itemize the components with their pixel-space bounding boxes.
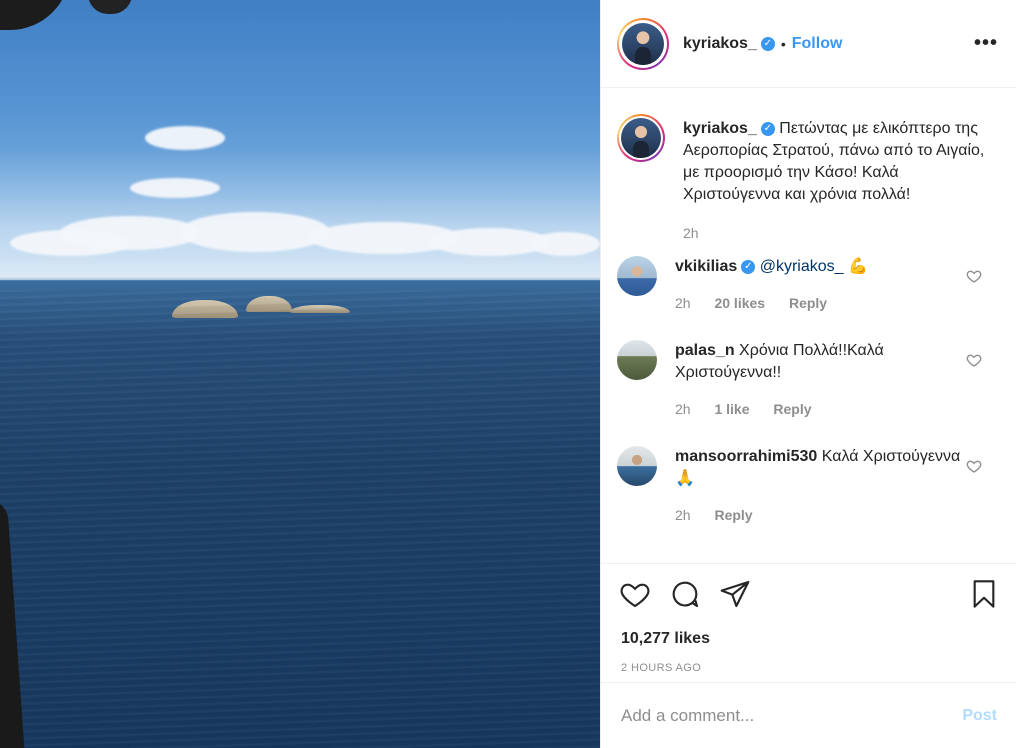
commenter-username[interactable]: palas_n (675, 342, 735, 359)
sea-surface (0, 290, 600, 748)
share-icon[interactable] (719, 578, 751, 610)
comment-time[interactable]: 2h (675, 401, 691, 417)
cloud (530, 232, 600, 256)
post-details-panel: kyriakos_ ✓ • Follow ••• kyriakos_ ✓ Πετώ… (600, 0, 1016, 748)
commenter-avatar[interactable] (617, 256, 657, 296)
verified-icon: ✓ (741, 259, 756, 274)
commenter-avatar[interactable] (617, 340, 657, 380)
reply-button[interactable]: Reply (789, 295, 827, 311)
window-frame (88, 0, 132, 14)
commenter-avatar[interactable] (617, 446, 657, 486)
follow-button[interactable]: Follow (792, 35, 843, 53)
more-icon[interactable]: ••• (974, 32, 998, 55)
comment-time[interactable]: 2h (675, 295, 691, 311)
comment-item: palas_n Χρόνια Πολλά!!Καλά Χριστούγεννα!… (617, 340, 1000, 420)
comment-icon[interactable] (669, 578, 701, 610)
likes-count[interactable]: 10,277 likes (601, 630, 1016, 648)
verified-icon: ✓ (760, 121, 775, 136)
post-comment-button[interactable]: Post (962, 707, 997, 725)
verified-icon: ✓ (760, 36, 775, 51)
action-bar (601, 564, 1016, 624)
commenter-username[interactable]: mansoorrahimi530 (675, 448, 817, 465)
author-avatar[interactable] (617, 17, 669, 70)
commenter-username[interactable]: vkikilias (675, 258, 737, 275)
reply-button[interactable]: Reply (773, 401, 811, 417)
caption-time[interactable]: 2h (683, 225, 699, 241)
caption-username[interactable]: kyriakos_ (683, 120, 757, 137)
comment-likes[interactable]: 20 likes (714, 295, 765, 311)
post-photo[interactable] (0, 0, 600, 748)
bookmark-icon[interactable] (968, 578, 1000, 610)
comment-item: mansoorrahimi530 Καλά Χριστούγεννα 🙏 2h … (617, 446, 1000, 526)
comment-input[interactable] (621, 705, 963, 726)
caption: kyriakos_ ✓ Πετώντας με ελικόπτερο της Αε… (617, 88, 1000, 244)
separator-dot: • (780, 35, 786, 52)
comments-list: kyriakos_ ✓ Πετώντας με ελικόπτερο της Αε… (601, 88, 1016, 564)
comment-time[interactable]: 2h (675, 507, 691, 523)
comment-likes[interactable]: 1 like (714, 401, 749, 417)
post-timestamp[interactable]: 2 HOURS AGO (601, 662, 1016, 674)
post-header: kyriakos_ ✓ • Follow ••• (601, 0, 1016, 88)
reply-button[interactable]: Reply (714, 507, 752, 523)
cloud (60, 216, 200, 250)
author-username[interactable]: kyriakos_ (683, 35, 757, 53)
cloud (180, 212, 330, 252)
mention-link[interactable]: @kyriakos_ (760, 258, 844, 275)
caption-avatar[interactable] (617, 114, 665, 162)
cloud (145, 126, 225, 150)
cloud (130, 178, 220, 198)
like-comment-heart-icon[interactable] (966, 458, 982, 474)
heart-icon[interactable] (619, 578, 651, 610)
comment-item: vkikilias ✓ @kyriakos_ 💪 2h 20 likes Repl… (617, 256, 1000, 314)
like-comment-heart-icon[interactable] (966, 268, 982, 284)
comment-text: 💪 (848, 258, 868, 275)
like-comment-heart-icon[interactable] (966, 352, 982, 368)
window-frame (0, 0, 70, 30)
add-comment-bar: Post (601, 682, 1016, 748)
